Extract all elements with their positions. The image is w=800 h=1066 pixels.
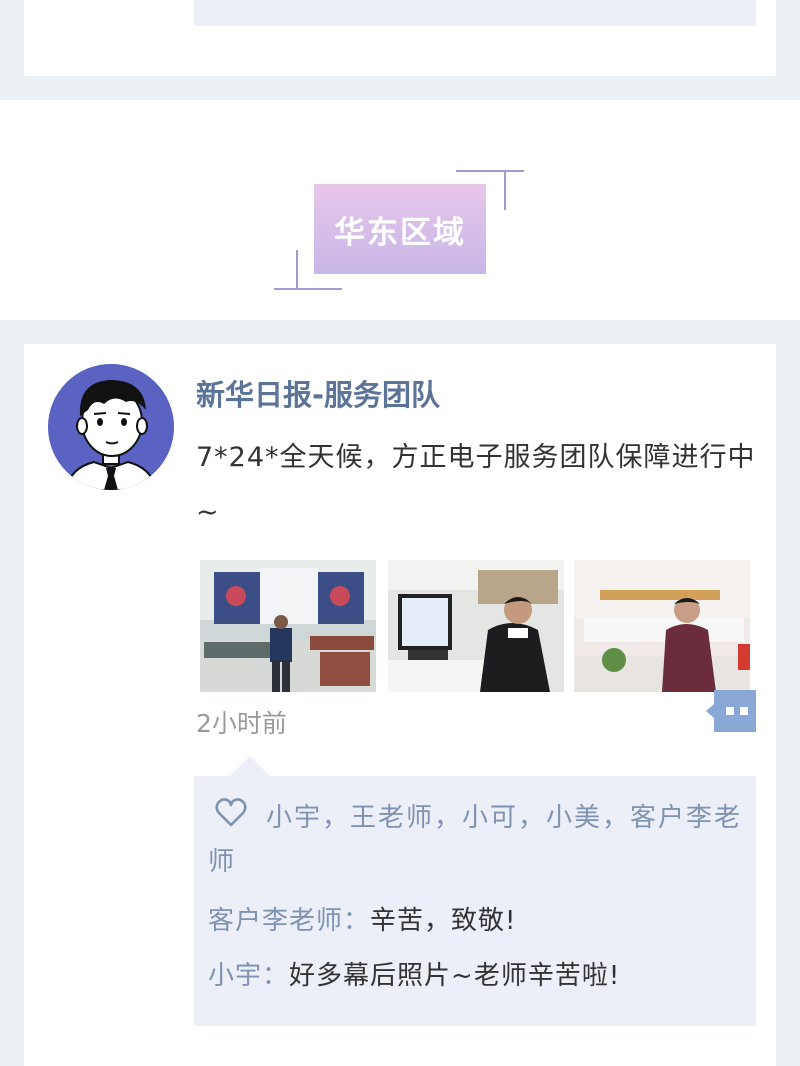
post-text: 7*24*全天候，方正电子服务团队保障进行中~ (196, 442, 756, 528)
photo-thumbnail-1[interactable] (200, 560, 376, 692)
comment-text: 辛苦，致敬! (370, 906, 517, 936)
decor-line-bottom-vertical (296, 250, 298, 290)
post-author[interactable]: 新华日报-服务团队 (196, 372, 440, 414)
region-title: 华东区域 (314, 184, 486, 274)
like-names[interactable]: 小宇，王老师，小可，小美，客户李老师 (208, 796, 748, 884)
decor-line-bottom (274, 288, 342, 290)
comment-item[interactable]: 小宇：好多幕后照片~老师辛苦啦! (208, 955, 620, 992)
command-room-photo (200, 560, 376, 692)
post-time: 2小时前 (196, 709, 287, 738)
photo-thumbnail-2[interactable] (388, 560, 564, 692)
avatar[interactable] (48, 364, 174, 490)
comment-menu-button[interactable] (706, 690, 756, 732)
decor-line-top-vertical (504, 170, 506, 210)
media-center-photo (574, 560, 750, 692)
workstation-photo (388, 560, 564, 692)
comment-separator: ： (262, 961, 290, 991)
more-dots-icon (706, 690, 756, 732)
previous-comments-box (194, 0, 756, 26)
decor-line-top (456, 170, 524, 172)
comment-item[interactable]: 客户李老师：辛苦，致敬! (208, 900, 516, 937)
avatar-illustration (48, 364, 174, 490)
photo-thumbnail-3[interactable] (574, 560, 750, 692)
comment-author[interactable]: 小宇 (208, 961, 262, 991)
comment-author[interactable]: 客户李老师 (208, 906, 343, 936)
comment-text: 好多幕后照片~老师辛苦啦! (289, 961, 621, 991)
comments-pointer (230, 756, 270, 776)
comment-separator: ： (343, 906, 371, 936)
